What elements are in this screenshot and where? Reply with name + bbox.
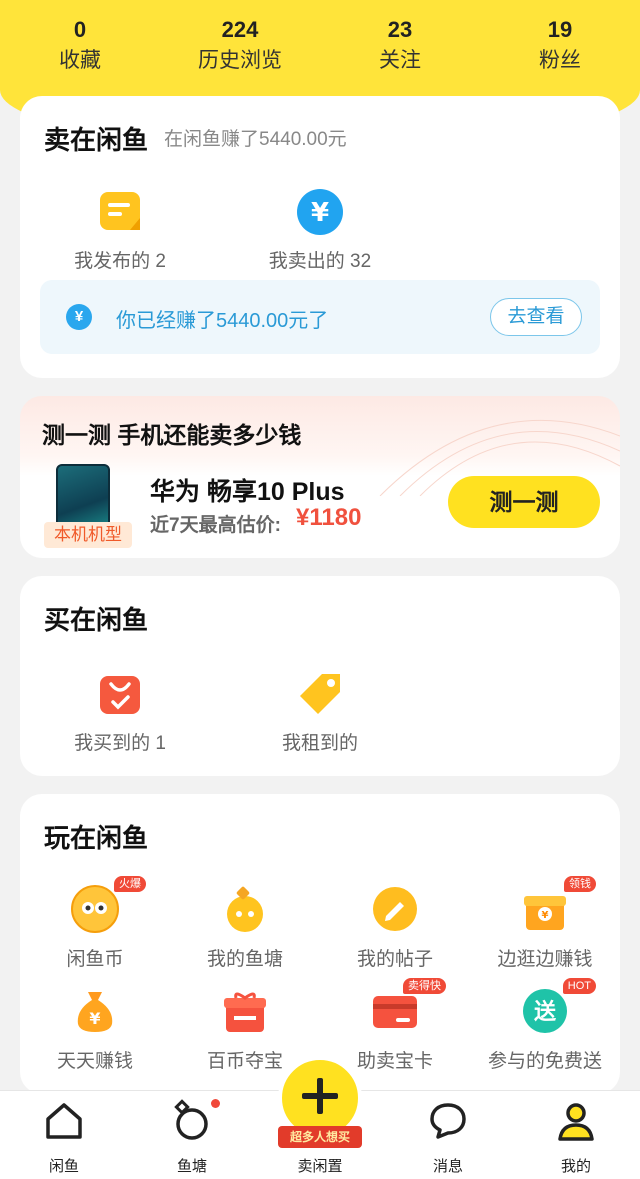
- stat-label: 收藏: [59, 49, 101, 72]
- tab-pond[interactable]: 鱼塘: [128, 1091, 256, 1179]
- tab-label: 卖闲置: [297, 1158, 343, 1175]
- stat-number: 19: [547, 17, 573, 42]
- view-earnings-button[interactable]: 去查看: [490, 298, 582, 336]
- fish-coin-button[interactable]: 火爆 闲鱼币: [20, 876, 170, 971]
- buy-title: 买在闲鱼: [44, 605, 149, 635]
- play-card: 玩在闲鱼 火爆 闲鱼币 我的鱼塘 我的帖子 ¥ 领钱 边逛边赚钱 ¥ 天天赚钱: [20, 794, 620, 1094]
- browse-earn-label: 边逛边赚钱: [497, 949, 593, 970]
- my-published-button[interactable]: 我发布的 2: [40, 188, 200, 273]
- yen-icon: ¥: [66, 304, 92, 330]
- play-title: 玩在闲鱼: [44, 823, 149, 853]
- home-icon: [42, 1099, 86, 1143]
- browse-earn-button[interactable]: ¥ 领钱 边逛边赚钱: [470, 876, 620, 971]
- my-bought-button[interactable]: 我买到的 1: [40, 670, 200, 755]
- sell-fast-badge: 卖得快: [403, 978, 446, 994]
- stat-label: 历史浏览: [198, 49, 282, 72]
- free-giveaway-label: 参与的免费送: [487, 1051, 602, 1072]
- svg-text:¥: ¥: [311, 198, 329, 228]
- stat-favorites[interactable]: 0 收藏: [0, 14, 160, 84]
- money-box-icon: ¥ 领钱: [520, 876, 596, 934]
- pond-icon: [220, 884, 270, 934]
- my-published-label: 我发布的 2: [74, 251, 166, 272]
- my-bought-label: 我买到的 1: [74, 733, 166, 754]
- plus-icon: [302, 1078, 338, 1114]
- tab-label: 消息: [432, 1158, 463, 1175]
- tab-messages[interactable]: 消息: [384, 1091, 512, 1179]
- estimated-price: ¥1180: [296, 504, 362, 531]
- valuation-title: 测一测 手机还能卖多少钱: [42, 422, 302, 448]
- pond-tab-icon: [170, 1099, 220, 1143]
- stats-bar: 0 收藏 224 历史浏览 23 关注 19 粉丝: [0, 14, 640, 84]
- my-pond-label: 我的鱼塘: [206, 949, 283, 970]
- daily-earn-button[interactable]: ¥ 天天赚钱: [20, 986, 170, 1073]
- notification-dot: [211, 1099, 220, 1108]
- stat-fans[interactable]: 19 粉丝: [480, 14, 640, 84]
- note-icon: [96, 188, 144, 236]
- tab-label: 我的: [560, 1158, 591, 1175]
- test-price-button[interactable]: 测一测: [448, 476, 600, 528]
- estimated-price-label: 近7天最高估价:: [150, 515, 281, 536]
- bag-check-icon: [96, 670, 144, 718]
- tab-label: 闲鱼: [48, 1158, 79, 1175]
- tag-icon: [296, 670, 344, 718]
- sell-earned-summary: 在闲鱼赚了5440.00元: [164, 129, 347, 150]
- tab-label: 鱼塘: [176, 1158, 207, 1175]
- stat-number: 224: [221, 17, 259, 42]
- stat-label: 关注: [379, 49, 421, 72]
- svg-text:¥: ¥: [89, 1009, 100, 1028]
- device-model-tag: 本机机型: [44, 522, 132, 548]
- earnings-text: 你已经赚了5440.00元了: [116, 310, 329, 332]
- money-bag-icon: ¥: [70, 986, 120, 1036]
- stat-number: 23: [387, 17, 413, 42]
- buy-card: 买在闲鱼 我买到的 1 我租到的: [20, 576, 620, 776]
- my-rented-button[interactable]: 我租到的: [240, 670, 400, 755]
- hot-badge: HOT: [562, 978, 596, 994]
- daily-earn-label: 天天赚钱: [56, 1051, 133, 1072]
- my-posts-label: 我的帖子: [356, 949, 433, 970]
- my-sold-label: 我卖出的 32: [268, 251, 372, 272]
- yen-coin-icon: ¥: [296, 188, 344, 236]
- earnings-banner[interactable]: ¥ 你已经赚了5440.00元了 去查看: [40, 280, 600, 354]
- phone-valuation-card: 测一测 手机还能卖多少钱 本机机型 华为 畅享10 Plus 近7天最高估价: …: [20, 396, 620, 558]
- my-rented-label: 我租到的: [281, 733, 358, 754]
- person-icon: [554, 1099, 598, 1143]
- fish-coin-icon: 火爆: [70, 876, 146, 934]
- tab-me[interactable]: 我的: [512, 1091, 640, 1179]
- chat-icon: [426, 1099, 470, 1143]
- gift-icon: [220, 986, 270, 1036]
- pen-icon: [370, 884, 420, 934]
- my-pond-button[interactable]: 我的鱼塘: [170, 884, 320, 971]
- collect-money-badge: 领钱: [564, 876, 596, 892]
- stat-following[interactable]: 23 关注: [320, 14, 480, 84]
- svg-text:送: 送: [534, 999, 556, 1025]
- my-posts-button[interactable]: 我的帖子: [320, 884, 470, 971]
- sell-title: 卖在闲鱼: [44, 125, 149, 155]
- sell-promo-badge: 超多人想买: [278, 1126, 362, 1148]
- stat-number: 0: [73, 17, 87, 42]
- free-give-icon: 送 HOT: [520, 978, 596, 1036]
- free-giveaway-button[interactable]: 送 HOT 参与的免费送: [470, 978, 620, 1073]
- sell-card: 卖在闲鱼 在闲鱼赚了5440.00元 我发布的 2 ¥ 我卖出的 32 ¥ 你已…: [20, 96, 620, 378]
- my-sold-button[interactable]: ¥ 我卖出的 32: [240, 188, 400, 273]
- svg-text:¥: ¥: [542, 910, 549, 921]
- tab-home[interactable]: 闲鱼: [0, 1091, 128, 1179]
- stat-label: 粉丝: [539, 49, 581, 72]
- hot-badge: 火爆: [114, 876, 146, 892]
- card-icon: 卖得快: [370, 978, 446, 1036]
- stat-history[interactable]: 224 历史浏览: [160, 14, 320, 84]
- fish-coin-label: 闲鱼币: [66, 949, 124, 970]
- device-model-name: 华为 畅享10 Plus: [150, 478, 345, 506]
